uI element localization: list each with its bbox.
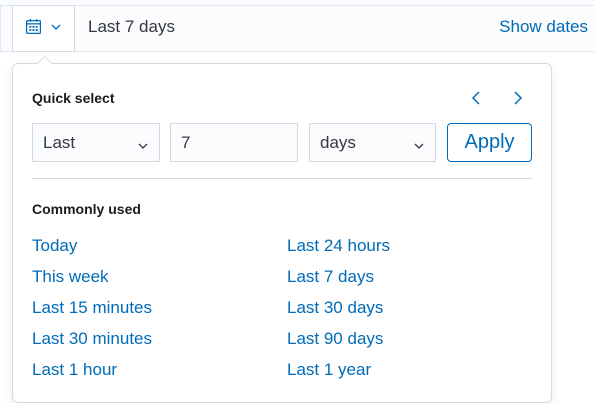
next-period-button[interactable] xyxy=(509,90,525,106)
commonly-used-link[interactable]: Last 30 minutes xyxy=(32,329,152,349)
chevron-left-icon xyxy=(469,91,485,110)
chevron-right-icon xyxy=(509,91,525,110)
section-divider xyxy=(32,178,532,179)
commonly-used-link[interactable]: Last 15 minutes xyxy=(32,298,152,318)
quick-select-title: Quick select xyxy=(32,90,115,106)
previous-period-button[interactable] xyxy=(469,90,485,106)
quick-select-popover xyxy=(12,63,552,403)
chevron-down-icon xyxy=(413,137,425,157)
time-unit-value: days xyxy=(320,132,356,152)
commonly-used-link[interactable]: Today xyxy=(32,236,77,256)
commonly-used-link[interactable]: This week xyxy=(32,267,109,287)
show-dates-link[interactable]: Show dates xyxy=(499,17,588,37)
commonly-used-link[interactable]: Last 30 days xyxy=(287,298,383,318)
commonly-used-title: Commonly used xyxy=(32,201,141,217)
chevron-down-icon xyxy=(50,20,62,38)
chevron-down-icon xyxy=(137,137,149,157)
time-amount-input[interactable] xyxy=(170,123,298,162)
commonly-used-link[interactable]: Last 1 hour xyxy=(32,360,117,380)
commonly-used-link[interactable]: Last 1 year xyxy=(287,360,371,380)
time-unit-select[interactable]: days xyxy=(309,123,436,162)
time-direction-value: Last xyxy=(43,132,76,152)
commonly-used-link[interactable]: Last 7 days xyxy=(287,267,374,287)
commonly-used-link[interactable]: Last 24 hours xyxy=(287,236,390,256)
apply-button[interactable]: Apply xyxy=(447,123,532,162)
calendar-icon xyxy=(25,18,42,40)
commonly-used-link[interactable]: Last 90 days xyxy=(287,329,383,349)
quick-select-button[interactable] xyxy=(12,5,75,52)
time-direction-select[interactable]: Last xyxy=(32,123,160,162)
date-range-value[interactable]: Last 7 days xyxy=(88,17,175,37)
